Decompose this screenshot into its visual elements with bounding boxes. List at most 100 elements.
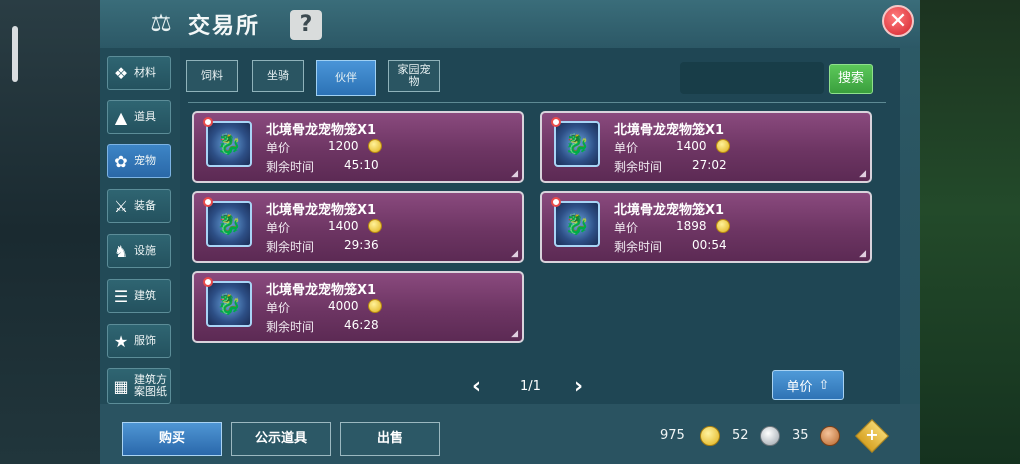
tab-mounts[interactable]: 坐骑 [252,60,304,92]
sidebar-item-label: 材料 [134,66,156,79]
background-left [0,0,100,464]
time-label: 剩余时间 [266,240,315,254]
pet-cage-thumbnail: 🐉 [206,201,252,247]
sidebar-item-items[interactable]: ▲ 道具 [107,100,171,134]
divider [188,102,886,103]
dragon-icon: 🐉 [564,212,590,236]
paw-icon: ✿ [114,151,128,171]
tab-home-pets[interactable]: 家园宠物 [388,60,440,92]
tab-feed[interactable]: 饲料 [186,60,238,92]
sidebar-item-materials[interactable]: ❖ 材料 [107,56,171,90]
page-indicator: 1/1 [520,379,541,394]
bronze-amount: 35 [792,428,809,443]
gold-coin-icon [368,299,382,313]
corner-decoration-icon: ◢ [511,169,518,179]
content-area: ❖ 材料 ▲ 道具 ✿ 宠物 ⚔ 装备 ♞ 设施 ☰ 建筑 ★ 服饰 ▦ 建筑方… [100,48,900,404]
scrollbar[interactable] [12,26,18,82]
silver-amount: 52 [732,428,749,443]
title-bar: ⚖ 交易所 ? ✕ [100,0,920,48]
search-input[interactable] [680,62,824,94]
previous-page-icon[interactable]: ‹ [472,374,481,399]
sidebar-item-blueprints[interactable]: ▦ 建筑方案图纸 [107,368,171,404]
rarity-badge-icon [551,197,561,207]
time-value: 29:36 [344,238,379,252]
exchange-window: ⚖ 交易所 ? ✕ ❖ 材料 ▲ 道具 ✿ 宠物 ⚔ 装备 ♞ 设施 ☰ 建筑 … [100,0,920,464]
price-label: 单价 [614,221,639,235]
pet-cage-thumbnail: 🐉 [206,281,252,327]
next-page-icon[interactable]: › [574,374,583,399]
category-sidebar: ❖ 材料 ▲ 道具 ✿ 宠物 ⚔ 装备 ♞ 设施 ☰ 建筑 ★ 服饰 ▦ 建筑方… [100,48,180,404]
pet-cage-thumbnail: 🐉 [554,201,600,247]
sell-button[interactable]: 出售 [340,422,440,456]
price-value: 1400 [676,139,707,153]
equipment-icon: ⚔ [113,196,129,216]
sort-arrow-up-icon: ⇧ [818,377,830,393]
tab-partners[interactable]: 伙伴 [316,60,376,96]
sidebar-item-label: 宠物 [134,154,156,167]
facility-icon: ♞ [113,241,129,261]
rarity-badge-icon [203,117,213,127]
time-label: 剩余时间 [614,240,663,254]
bottom-bar: 购买 公示道具 出售 975 52 35 + [100,404,920,464]
close-button[interactable]: ✕ [882,5,914,37]
dragon-icon: 🐉 [216,132,242,156]
public-items-button[interactable]: 公示道具 [231,422,331,456]
sort-label: 单价 [786,379,813,395]
sidebar-item-pets[interactable]: ✿ 宠物 [107,144,171,178]
time-label: 剩余时间 [266,160,315,174]
dragon-icon: 🐉 [564,132,590,156]
sidebar-item-label: 道具 [134,110,156,123]
gold-coin-icon [716,139,730,153]
listing-card[interactable]: 🐉 北境骨龙宠物笼X1 单价 1898 剩余时间 00:54 ◢ [540,191,872,263]
listing-name: 北境骨龙宠物笼X1 [266,283,377,298]
rarity-badge-icon [203,277,213,287]
corner-decoration-icon: ◢ [511,249,518,259]
add-currency-button[interactable]: + [855,419,889,453]
corner-decoration-icon: ◢ [859,249,866,259]
dragon-icon: 🐉 [216,212,242,236]
time-label: 剩余时间 [266,320,315,334]
time-value: 46:28 [344,318,379,332]
dragon-icon: 🐉 [216,292,242,316]
price-label: 单价 [266,301,291,315]
gold-coin-icon [368,219,382,233]
price-label: 单价 [266,141,291,155]
sidebar-item-equipment[interactable]: ⚔ 装备 [107,189,171,223]
materials-icon: ❖ [113,63,129,83]
listing-name: 北境骨龙宠物笼X1 [614,123,725,138]
plus-icon: + [865,425,879,444]
silver-coin-icon [760,426,780,446]
gold-coin-icon [716,219,730,233]
listing-card[interactable]: 🐉 北境骨龙宠物笼X1 单价 1400 剩余时间 27:02 ◢ [540,111,872,183]
blueprint-icon: ▦ [113,376,129,396]
listing-card[interactable]: 🐉 北境骨龙宠物笼X1 单价 1400 剩余时间 29:36 ◢ [192,191,524,263]
sidebar-item-clothing[interactable]: ★ 服饰 [107,324,171,358]
sidebar-item-label: 建筑方案图纸 [134,373,167,398]
window-title: 交易所 [188,14,261,39]
pet-cage-thumbnail: 🐉 [554,121,600,167]
listing-name: 北境骨龙宠物笼X1 [266,203,377,218]
sort-by-price-button[interactable]: 单价 ⇧ [772,370,844,400]
gold-coin-icon [700,426,720,446]
background-right [920,0,1020,464]
listing-name: 北境骨龙宠物笼X1 [266,123,377,138]
scales-icon: ⚖ [150,9,172,37]
buy-button[interactable]: 购买 [122,422,222,456]
sidebar-item-label: 服饰 [134,334,156,347]
search-button[interactable]: 搜索 [829,64,873,94]
corner-decoration-icon: ◢ [859,169,866,179]
time-label: 剩余时间 [614,160,663,174]
gold-coin-icon [368,139,382,153]
clothing-icon: ★ [113,331,129,351]
sidebar-item-label: 建筑 [134,289,156,302]
listing-card[interactable]: 🐉 北境骨龙宠物笼X1 单价 1200 剩余时间 45:10 ◢ [192,111,524,183]
sidebar-item-label: 设施 [134,244,156,257]
bronze-coin-icon [820,426,840,446]
help-button[interactable]: ? [290,10,322,40]
pet-cage-thumbnail: 🐉 [206,121,252,167]
time-value: 45:10 [344,158,379,172]
sidebar-item-facilities[interactable]: ♞ 设施 [107,234,171,268]
listing-card[interactable]: 🐉 北境骨龙宠物笼X1 单价 4000 剩余时间 46:28 ◢ [192,271,524,343]
sidebar-item-buildings[interactable]: ☰ 建筑 [107,279,171,313]
building-icon: ☰ [113,286,129,306]
